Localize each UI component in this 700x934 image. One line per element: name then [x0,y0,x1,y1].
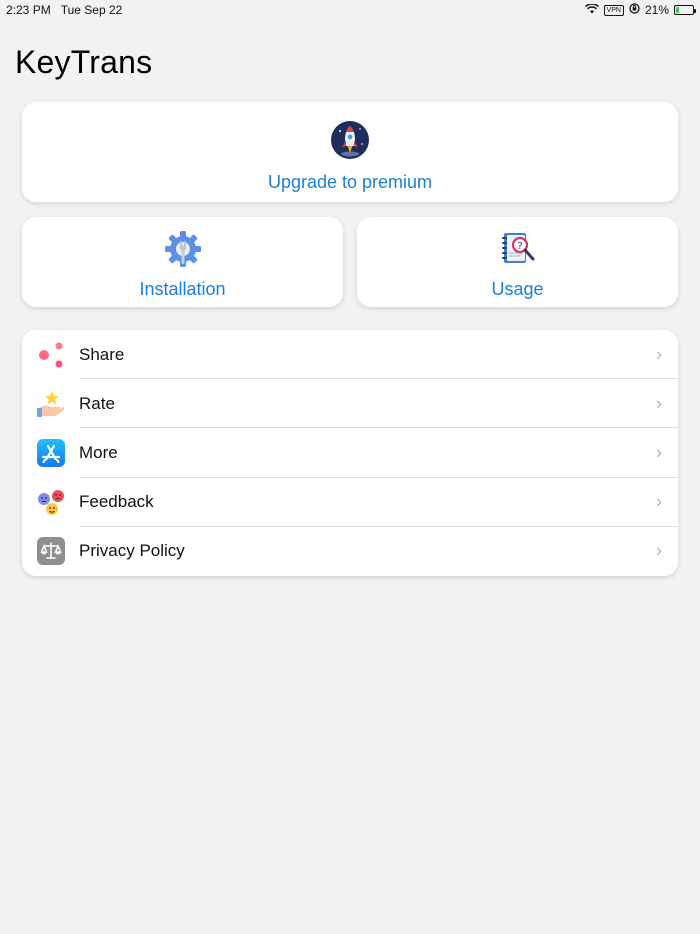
settings-list: Share › Rate › More › Feedback › Privacy… [22,330,678,576]
chevron-right-icon: › [656,442,662,463]
list-item-more[interactable]: More › [22,428,678,478]
wifi-icon [584,3,599,17]
scales-icon [37,537,65,566]
upgrade-premium-button[interactable]: Upgrade to premium [22,102,678,202]
rate-label: Rate [79,393,115,413]
gear-wrench-icon [163,229,203,274]
battery-percent: 21% [644,3,669,17]
share-icon [37,341,65,369]
page-title: KeyTrans [15,44,153,80]
status-date: Tue Sep 22 [60,3,123,17]
status-bar: 2:23 PM Tue Sep 22 VPN 21% [0,0,700,20]
chevron-right-icon: › [656,393,662,414]
notebook-search-icon: ? [498,229,538,274]
rate-star-hand-icon [37,390,65,418]
feedback-label: Feedback [79,492,154,512]
installation-button[interactable]: Installation [22,217,343,307]
usage-button[interactable]: ? Usage [357,217,678,307]
orientation-lock-icon [629,3,640,17]
privacy-policy-label: Privacy Policy [79,541,185,561]
chevron-right-icon: › [656,540,662,561]
app-store-icon [37,438,65,467]
rocket-icon [330,120,370,165]
vpn-badge: VPN [603,4,624,16]
chevron-right-icon: › [656,344,662,365]
chevron-right-icon: › [656,491,662,512]
svg-text:?: ? [517,241,522,252]
usage-label: Usage [491,279,544,299]
feedback-emoji-icon [37,488,65,516]
installation-label: Installation [139,279,226,299]
share-label: Share [79,344,125,364]
battery-icon [674,5,696,15]
list-item-rate[interactable]: Rate › [22,379,678,429]
list-item-privacy-policy[interactable]: Privacy Policy › [22,527,678,576]
list-item-share[interactable]: Share › [22,330,678,380]
upgrade-premium-label: Upgrade to premium [267,172,433,192]
more-label: More [79,442,118,462]
list-item-feedback[interactable]: Feedback › [22,478,678,527]
status-time: 2:23 PM [6,3,51,17]
